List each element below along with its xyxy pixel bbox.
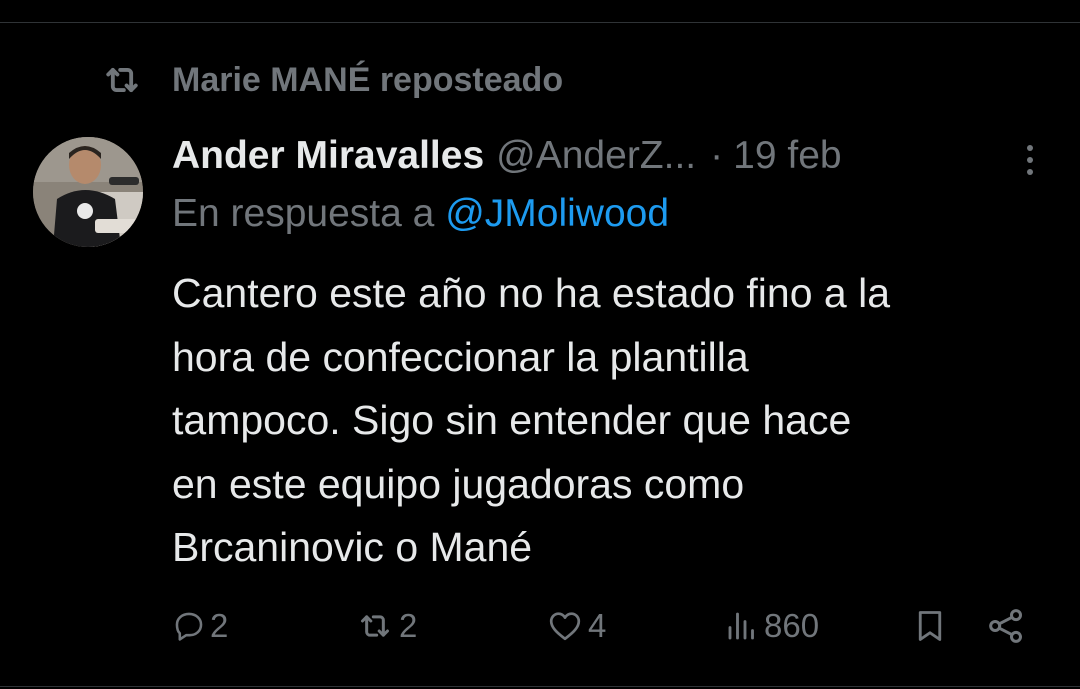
reply-mention-link[interactable]: @JMoliwood bbox=[445, 192, 669, 235]
like-button[interactable]: 4 bbox=[546, 600, 606, 652]
author-name[interactable]: Ander Miravalles bbox=[172, 134, 484, 178]
top-divider bbox=[0, 22, 1080, 23]
action-bar: 2 2 4 860 bbox=[0, 600, 1080, 652]
tweet-header: Ander Miravalles @AnderZ... · 19 feb bbox=[172, 128, 1042, 184]
bookmark-icon bbox=[918, 611, 942, 641]
reply-bubble-icon bbox=[175, 612, 203, 641]
repost-context-text: Marie MANÉ reposteado bbox=[172, 60, 564, 99]
like-count: 4 bbox=[588, 607, 607, 644]
header-separator: · bbox=[710, 134, 724, 177]
heart-icon bbox=[549, 612, 581, 641]
reply-prefix: En respuesta a bbox=[172, 192, 435, 235]
tweet-date[interactable]: 19 feb bbox=[733, 134, 841, 178]
share-icon bbox=[989, 609, 1023, 643]
avatar[interactable] bbox=[33, 137, 143, 247]
repost-count: 2 bbox=[399, 607, 418, 644]
tweet-text-line: Cantero este año no ha estado fino a la bbox=[172, 270, 891, 316]
reply-context: En respuesta a @JMoliwood bbox=[172, 192, 669, 236]
views-button[interactable]: 860 bbox=[724, 600, 819, 652]
tweet-text-line: hora de confeccionar la plantilla bbox=[172, 333, 749, 380]
avatar-photo bbox=[33, 137, 143, 247]
bottom-divider bbox=[0, 686, 1080, 687]
repost-icon bbox=[361, 615, 389, 637]
views-count: 860 bbox=[764, 607, 820, 644]
reply-button[interactable]: 2 bbox=[172, 600, 228, 652]
tweet-text-line: en este equipo jugadoras como bbox=[172, 460, 745, 507]
tweet-text-line: Brcaninovic o Mané bbox=[172, 524, 533, 570]
author-handle[interactable]: @AnderZ... bbox=[496, 134, 696, 178]
bookmark-button[interactable] bbox=[912, 600, 948, 652]
repost-button[interactable]: 2 bbox=[355, 600, 417, 652]
bar-chart-icon bbox=[728, 612, 754, 640]
tweet-text-line: tampoco. Sigo sin entender que hace bbox=[172, 397, 852, 443]
reply-count: 2 bbox=[210, 607, 229, 644]
repost-icon bbox=[106, 67, 138, 93]
repost-context[interactable]: Marie MANÉ reposteado bbox=[100, 56, 563, 104]
tweet-text: Cantero este año no ha estado fino a la … bbox=[172, 262, 1052, 580]
more-dots-icon[interactable] bbox=[1020, 140, 1040, 180]
share-button[interactable] bbox=[986, 600, 1026, 652]
